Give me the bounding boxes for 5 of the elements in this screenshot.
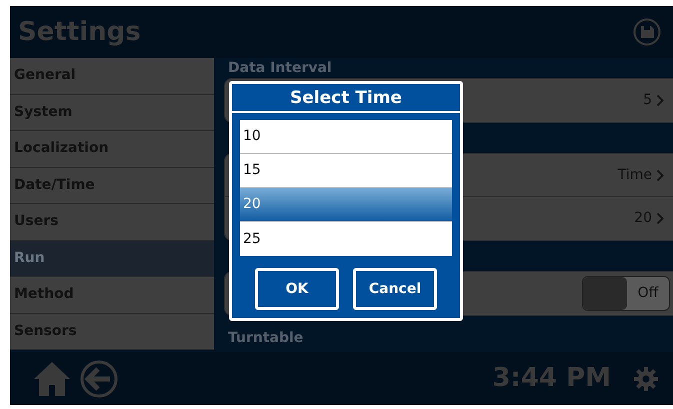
screen-title: Settings (18, 16, 141, 48)
clock-time: 3:44 PM (492, 362, 611, 395)
section-heading: Turntable (227, 329, 304, 348)
dialog-title: Select Time (232, 84, 460, 113)
section-heading: Data Interval (227, 59, 333, 78)
